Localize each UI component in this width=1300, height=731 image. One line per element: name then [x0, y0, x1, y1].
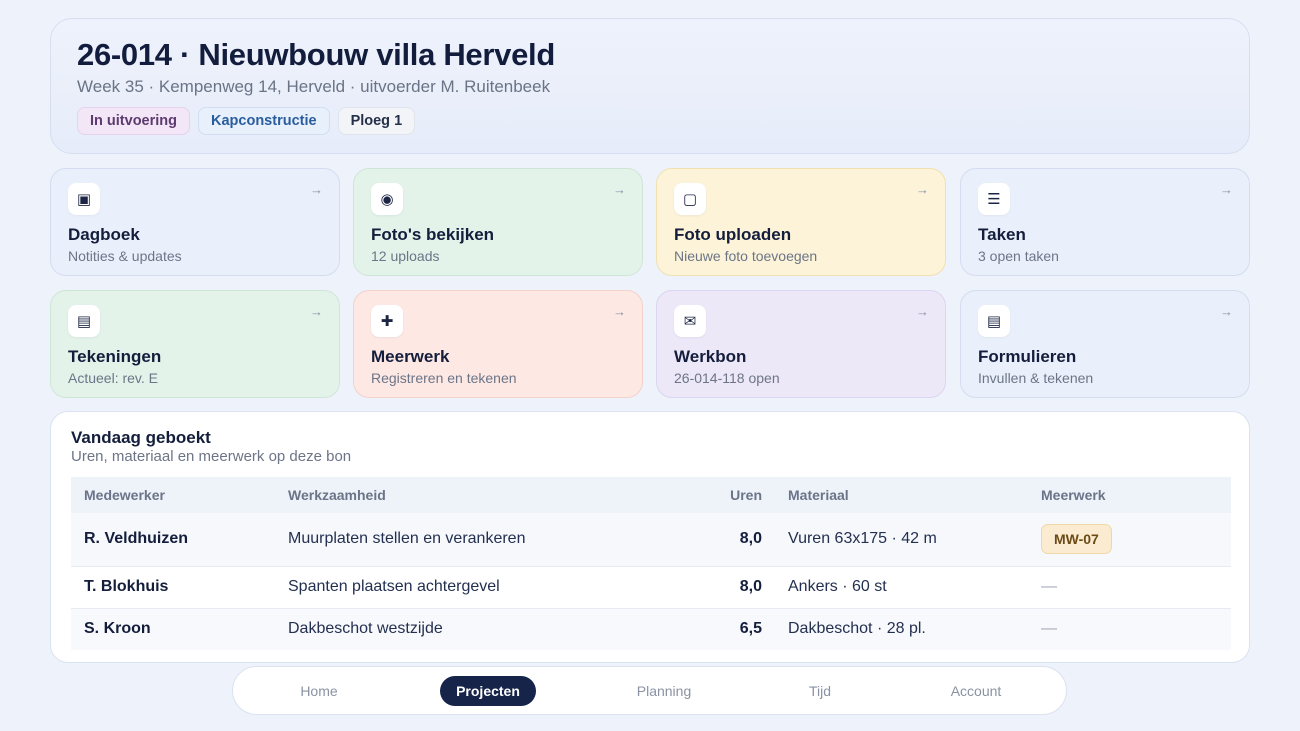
table-header-row: Medewerker Werkzaamheid Uren Materiaal M… [71, 477, 1231, 513]
booked-today-card: Vandaag geboekt Uren, materiaal en meerw… [50, 411, 1250, 663]
project-subtitle: Week 35 · Kempenweg 14, Herveld · uitvoe… [77, 77, 551, 96]
employee-cell: T. Blokhuis [71, 566, 275, 609]
column-header-employee[interactable]: Medewerker [71, 477, 275, 513]
section-subtitle: Uren, materiaal en meerwerk op deze bon [71, 448, 352, 465]
project-dashboard: 26-014 · Nieuwbouw villa Herveld Week 35… [0, 0, 1300, 731]
photo-upload-icon: ▢ [674, 183, 706, 215]
arrow-right-icon: → [613, 182, 626, 197]
tile-subtitle: Notities & updates [68, 248, 182, 264]
table-row[interactable]: T. Blokhuis Spanten plaatsen achtergevel… [71, 566, 1231, 609]
tasks-icon: ☰ [978, 183, 1010, 215]
arrow-right-icon: → [613, 304, 626, 319]
extra-work-cell: — [1028, 566, 1231, 609]
plus-icon: ✚ [371, 305, 403, 337]
tile-tekeningen[interactable]: ▤ → Tekeningen Actueel: rev. E [50, 290, 340, 398]
form-icon: ▤ [978, 305, 1010, 337]
logbook-icon: ▣ [68, 183, 100, 215]
status-badge: In uitvoering [77, 107, 190, 135]
activity-cell: Dakbeschot westzijde [288, 620, 443, 638]
nav-item-home[interactable]: Home [279, 676, 359, 706]
tile-subtitle: 3 open taken [978, 248, 1059, 264]
photo-view-icon: ◉ [371, 183, 403, 215]
nav-item-planning[interactable]: Planning [619, 676, 709, 706]
column-header-activity[interactable]: Werkzaamheid [275, 477, 575, 513]
tile-formulieren[interactable]: ▤ → Formulieren Invullen & tekenen [960, 290, 1250, 398]
tile-fotos-bekijken[interactable]: ◉ → Foto's bekijken 12 uploads [353, 168, 643, 276]
arrow-right-icon: → [310, 182, 323, 197]
activity-cell: Spanten plaatsen achtergevel [275, 566, 575, 609]
nav-item-account[interactable]: Account [931, 676, 1021, 706]
tile-title: Foto's bekijken [371, 225, 495, 244]
tile-subtitle: 12 uploads [371, 248, 440, 264]
tile-meerwerk[interactable]: ✚ → Meerwerk Registreren en tekenen [353, 290, 643, 398]
tile-subtitle: Actueel: rev. E [68, 370, 159, 386]
material-cell: Dakbeschot · 28 pl. [788, 620, 926, 638]
tile-foto-uploaden[interactable]: ▢ → Foto uploaden Nieuwe foto toevoegen [656, 168, 946, 276]
tile-title: Tekeningen [68, 347, 162, 366]
tile-werkbon[interactable]: ✉ → Werkbon 26-014-118 open [656, 290, 946, 398]
booked-table: Medewerker Werkzaamheid Uren Materiaal M… [71, 477, 1231, 650]
tile-title: Foto uploaden [674, 225, 792, 244]
material-cell: Vuren 63x175 · 42 m [775, 513, 1028, 567]
employee-cell: S. Kroon [84, 620, 151, 638]
arrow-right-icon: → [916, 304, 929, 319]
tile-title: Taken [978, 225, 1026, 244]
crew-badge: Ploeg 1 [337, 107, 416, 135]
page-title: 26-014 · Nieuwbouw villa Herveld [77, 37, 555, 72]
tile-dagboek[interactable]: ▣ → Dagboek Notities & updates [50, 168, 340, 276]
hours-cell: 6,5 [739, 620, 762, 638]
arrow-right-icon: → [1220, 304, 1233, 319]
hours-cell: 8,0 [575, 566, 775, 609]
arrow-right-icon: → [1220, 182, 1233, 197]
arrow-right-icon: → [916, 182, 929, 197]
nav-item-projecten[interactable]: Projecten [440, 676, 536, 706]
tile-subtitle: Invullen & tekenen [978, 370, 1094, 386]
extra-work-badge[interactable]: MW-07 [1041, 524, 1112, 555]
phase-badge: Kapconstructie [198, 107, 330, 135]
tile-title: Werkbon [674, 347, 747, 366]
extra-work-cell: MW-07 [1028, 513, 1231, 567]
tile-subtitle: Registreren en tekenen [371, 370, 517, 386]
tile-taken[interactable]: ☰ → Taken 3 open taken [960, 168, 1250, 276]
project-chips: In uitvoering Kapconstructie Ploeg 1 [77, 107, 1223, 135]
tile-title: Dagboek [68, 225, 140, 244]
section-title: Vandaag geboekt [71, 428, 211, 447]
project-header: 26-014 · Nieuwbouw villa Herveld Week 35… [50, 18, 1250, 154]
tile-subtitle: Nieuwe foto toevoegen [674, 248, 818, 264]
material-cell: Ankers · 60 st [775, 566, 1028, 609]
drawings-icon: ▤ [68, 305, 100, 337]
employee-cell: R. Veldhuizen [71, 513, 275, 567]
bottom-nav: Home Projecten Planning Tijd Account [232, 666, 1067, 715]
activity-cell: Muurplaten stellen en verankeren [275, 513, 575, 567]
column-header-material[interactable]: Materiaal [775, 477, 1028, 513]
table-row[interactable]: R. Veldhuizen Muurplaten stellen en vera… [71, 513, 1231, 567]
tile-title: Meerwerk [371, 347, 450, 366]
arrow-right-icon: → [310, 304, 323, 319]
extra-work-cell: — [1041, 620, 1057, 638]
nav-item-tijd[interactable]: Tijd [785, 676, 855, 706]
column-header-extra-work[interactable]: Meerwerk [1028, 477, 1231, 513]
hours-cell: 8,0 [575, 513, 775, 567]
column-header-hours[interactable]: Uren [575, 477, 775, 513]
table-row[interactable]: S. Kroon Dakbeschot westzijde 6,5 Dakbes… [71, 608, 1231, 650]
tile-subtitle: 26-014-118 open [674, 370, 780, 386]
tile-title: Formulieren [978, 347, 1077, 366]
envelope-icon: ✉ [674, 305, 706, 337]
